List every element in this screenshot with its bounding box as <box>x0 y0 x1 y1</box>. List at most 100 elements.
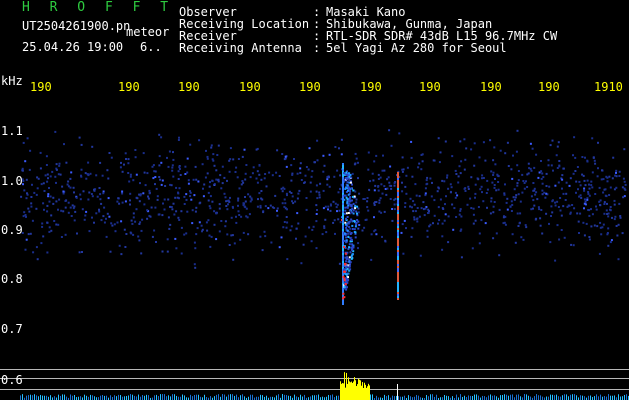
amplitude-bar <box>464 395 465 400</box>
noise-dot <box>158 176 161 178</box>
echo-dot <box>342 167 344 169</box>
noise-dot <box>494 163 497 166</box>
echo-dot <box>349 261 352 264</box>
noise-dot <box>143 171 146 174</box>
noise-dot <box>174 237 177 240</box>
echo-dot <box>352 189 355 192</box>
amplitude-baseline <box>0 369 629 390</box>
noise-dot <box>560 229 563 231</box>
noise-dot <box>618 170 621 173</box>
noise-dot <box>271 206 274 209</box>
amplitude-bar <box>482 395 483 400</box>
echo-line-dot <box>397 250 399 252</box>
amplitude-bar <box>344 372 345 400</box>
noise-dot <box>576 212 579 215</box>
noise-dot <box>410 156 413 159</box>
amplitude-bar <box>562 395 563 400</box>
amplitude-bar <box>626 394 627 400</box>
noise-dot <box>612 156 615 159</box>
noise-dot <box>183 233 186 236</box>
noise-dot <box>557 206 560 208</box>
noise-dot <box>70 215 73 217</box>
noise-dot <box>495 189 498 192</box>
noise-dot <box>413 216 416 219</box>
echo-dot <box>343 268 346 271</box>
noise-dot <box>474 183 477 186</box>
amplitude-bar <box>316 395 317 400</box>
noise-dot <box>157 213 160 216</box>
amplitude-bar <box>338 395 339 400</box>
noise-dot <box>522 180 525 182</box>
noise-dot <box>540 209 543 211</box>
noise-dot <box>147 197 150 200</box>
noise-dot <box>231 205 234 208</box>
noise-dot <box>406 166 409 169</box>
amplitude-bar <box>130 394 131 400</box>
noise-dot <box>78 251 81 254</box>
noise-dot <box>25 238 28 241</box>
echo-dot <box>348 190 351 193</box>
noise-dot <box>103 206 106 209</box>
noise-dot <box>263 230 266 233</box>
echo-dot <box>344 177 347 180</box>
time-tick: 190 <box>30 80 52 94</box>
amplitude-bar <box>366 387 367 400</box>
noise-dot <box>381 169 384 172</box>
noise-dot <box>364 219 367 221</box>
noise-dot <box>375 201 378 203</box>
noise-dot <box>431 181 433 184</box>
echo-line-dot <box>397 260 399 262</box>
noise-dot <box>79 193 82 196</box>
noise-dot <box>220 187 223 190</box>
noise-dot <box>336 169 339 172</box>
noise-dot <box>436 190 439 193</box>
noise-dot <box>138 239 141 242</box>
noise-dot <box>278 246 281 249</box>
noise-dot <box>517 225 520 227</box>
echo-hot-dot <box>344 252 347 255</box>
noise-dot <box>607 244 610 247</box>
noise-dot <box>416 220 419 223</box>
noise-dot <box>383 185 386 188</box>
echo-line-dot <box>397 178 399 180</box>
noise-dot <box>606 233 609 236</box>
noise-dot <box>212 159 215 162</box>
noise-dot <box>223 192 226 195</box>
noise-dot <box>231 234 234 237</box>
noise-dot <box>160 183 163 186</box>
noise-dot <box>241 155 244 158</box>
amplitude-bar <box>232 394 233 400</box>
amplitude-bar <box>296 396 297 400</box>
noise-dot <box>557 181 560 184</box>
amplitude-bar <box>408 395 409 400</box>
noise-dot <box>432 222 434 225</box>
echo-dot <box>346 229 349 232</box>
noise-dot <box>415 194 418 197</box>
noise-dot <box>493 184 496 186</box>
noise-dot <box>230 216 233 219</box>
noise-dot <box>326 178 329 181</box>
echo-line-dot <box>397 262 399 264</box>
noise-dot <box>370 258 373 261</box>
echo-dot <box>348 221 351 224</box>
echo-dot <box>342 215 344 217</box>
noise-dot <box>481 177 483 180</box>
noise-dot <box>49 195 52 198</box>
noise-dot <box>162 202 164 205</box>
noise-dot <box>505 201 508 204</box>
amplitude-bar <box>356 386 357 400</box>
noise-dot <box>73 205 76 208</box>
echo-line-dot <box>397 206 399 208</box>
noise-dot <box>215 212 218 215</box>
amplitude-bar <box>110 395 111 400</box>
noise-dot <box>217 144 220 147</box>
noise-dot <box>572 244 575 247</box>
time-tick: 190 <box>118 80 140 94</box>
noise-dot <box>35 207 38 210</box>
noise-dot <box>52 202 55 205</box>
noise-dot <box>62 210 65 213</box>
noise-dot <box>513 198 516 201</box>
noise-dot <box>460 160 463 163</box>
noise-dot <box>329 203 332 206</box>
noise-dot <box>606 213 609 215</box>
